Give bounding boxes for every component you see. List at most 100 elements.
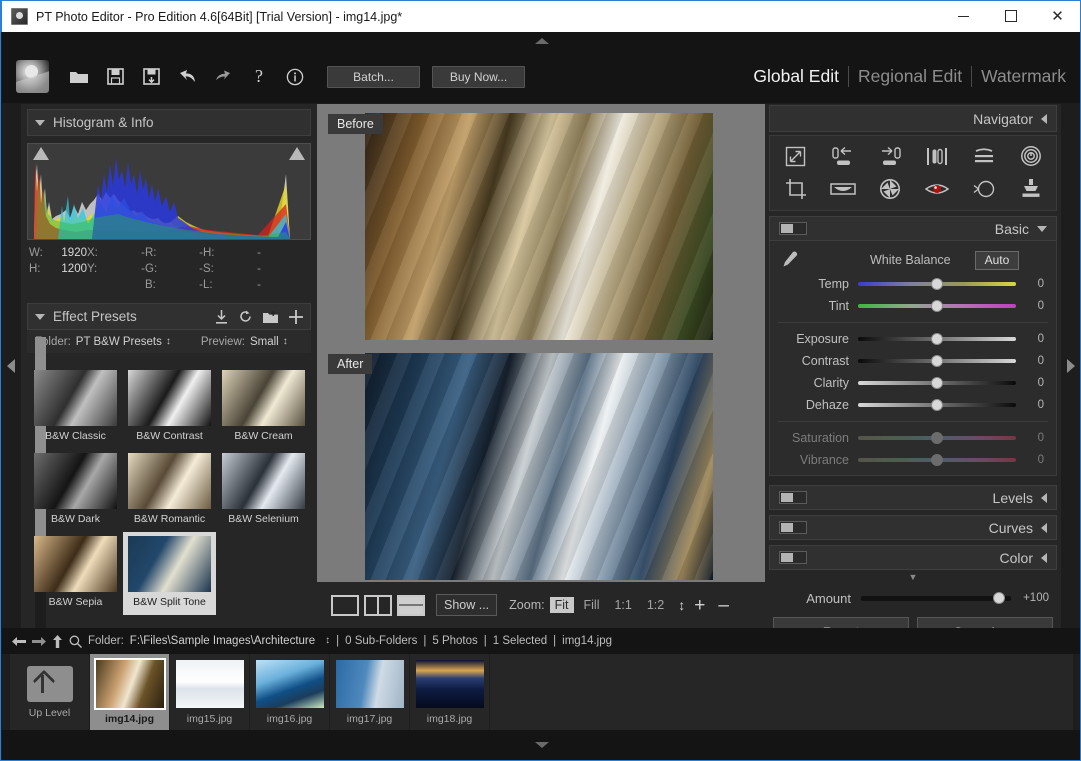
list-item[interactable]: img15.jpg [170,654,250,730]
zoom-in-button[interactable]: + [690,596,709,615]
curves-section-header[interactable]: Curves [769,515,1057,540]
caret-left-icon[interactable] [1041,492,1047,503]
slider-track[interactable] [858,300,1016,312]
highlight-clip-indicator[interactable] [289,147,305,160]
new-folder-icon[interactable] [263,310,278,323]
resize-icon[interactable] [772,141,819,171]
caret-left-icon[interactable] [1041,522,1047,533]
chevron-up-icon[interactable] [534,38,549,44]
caret-right-icon[interactable] [1067,358,1075,373]
right-panel-collapse-handle[interactable] [1061,103,1080,628]
top-collapse-strip[interactable] [2,32,1080,50]
slider-knob[interactable] [931,278,943,290]
undo-icon[interactable] [171,60,203,94]
tab-regional-edit[interactable]: Regional Edit [847,66,971,87]
slider-track[interactable] [858,355,1016,367]
slider-temp[interactable]: Temp 0 [770,273,1056,295]
basic-toggle[interactable] [779,222,807,235]
tab-global-edit[interactable]: Global Edit [744,66,848,87]
amount-slider-track[interactable] [861,592,1011,604]
slider-tint[interactable]: Tint 0 [770,295,1056,317]
maximize-icon[interactable] [987,1,1034,32]
preset-item[interactable]: B&W Cream [217,366,310,449]
preset-item[interactable]: B&W Classic [29,366,122,449]
left-panel-collapse-handle[interactable] [1,103,21,628]
folder-dropdown-icon[interactable]: ↕ [166,336,171,347]
forward-arrow-icon[interactable] [32,636,46,647]
up-arrow-icon[interactable] [52,634,63,648]
redo-icon[interactable] [207,60,239,94]
preset-item[interactable]: B&W Selenium [217,449,310,532]
buy-now-button[interactable]: Buy Now... [432,65,525,88]
slider-knob[interactable] [931,399,943,411]
rotate-left-icon[interactable] [819,141,866,171]
download-icon[interactable] [215,309,228,324]
curves-toggle[interactable] [779,521,807,534]
caret-down-icon[interactable] [1037,225,1047,232]
levels-section-header[interactable]: Levels [769,485,1057,510]
top-bottom-icon[interactable] [397,594,425,616]
slider-knob[interactable] [931,432,943,444]
slider-dehaze[interactable]: Dehaze 0 [770,394,1056,416]
zoom-fill-option[interactable]: Fill [579,597,605,613]
perspective-icon[interactable] [819,174,866,204]
minimize-icon[interactable] [940,1,987,32]
up-level-button[interactable]: Up Level [10,654,90,730]
slider-track[interactable] [858,432,1016,444]
zoom-stepper-icon[interactable]: ↕ [678,598,685,612]
slider-knob[interactable] [931,333,943,345]
help-icon[interactable]: ? [243,60,275,94]
before-image-pane[interactable] [365,113,713,340]
slider-knob[interactable] [931,300,943,312]
show-button[interactable]: Show ... [436,594,498,616]
caret-down-icon[interactable] [35,119,45,126]
close-icon[interactable]: ✕ [1034,1,1080,32]
histogram-panel-header[interactable]: Histogram & Info [27,109,311,136]
folder-path[interactable]: F:\Files\Sample Images\Architecture [130,635,315,647]
slider-clarity[interactable]: Clarity 0 [770,372,1056,394]
basic-section-header[interactable]: Basic [769,216,1057,241]
save-icon[interactable] [99,60,131,94]
preset-item[interactable]: B&W Sepia [29,532,122,615]
slider-exposure[interactable]: Exposure 0 [770,328,1056,350]
slider-vibrance[interactable]: Vibrance 0 [770,449,1056,471]
flip-icon[interactable] [913,141,960,171]
lens-correction-icon[interactable] [866,174,913,204]
search-icon[interactable] [69,635,82,648]
color-toggle[interactable] [779,551,807,564]
slider-knob[interactable] [931,355,943,367]
straighten-icon[interactable] [960,141,1007,171]
zoom-1-2-option[interactable]: 1:2 [642,597,669,613]
list-item[interactable]: img18.jpg [410,654,490,730]
after-image-pane[interactable] [365,353,713,580]
zoom-1-1-option[interactable]: 1:1 [609,597,636,613]
caret-left-icon[interactable] [1041,552,1047,563]
slider-track[interactable] [858,333,1016,345]
batch-button[interactable]: Batch... [327,65,420,88]
slider-saturation[interactable]: Saturation 0 [770,427,1056,449]
levels-toggle[interactable] [779,491,807,504]
slider-track[interactable] [858,454,1016,466]
slider-track[interactable] [858,377,1016,389]
chevron-down-icon[interactable] [534,742,549,748]
single-view-icon[interactable] [331,594,359,616]
color-section-header[interactable]: Color [769,545,1057,570]
list-item[interactable]: img16.jpg [250,654,330,730]
back-arrow-icon[interactable] [12,636,26,647]
eyedropper-icon[interactable] [780,251,798,269]
list-item[interactable]: img14.jpg [90,654,170,730]
navigator-header[interactable]: Navigator [769,105,1057,132]
tab-watermark[interactable]: Watermark [971,66,1075,87]
open-folder-icon[interactable] [63,60,95,94]
amount-slider-knob[interactable] [993,592,1005,604]
slider-track[interactable] [858,278,1016,290]
save-as-icon[interactable] [135,60,167,94]
preset-item[interactable]: B&W Contrast [123,366,216,449]
slider-track[interactable] [858,399,1016,411]
preset-item-selected[interactable]: B&W Split Tone [123,532,216,615]
folder-path-dropdown-icon[interactable]: ↕ [325,636,330,646]
crop-icon[interactable] [772,174,819,204]
auto-white-balance-button[interactable]: Auto [974,250,1020,270]
side-by-side-icon[interactable] [364,594,392,616]
caret-left-icon[interactable] [7,358,15,373]
